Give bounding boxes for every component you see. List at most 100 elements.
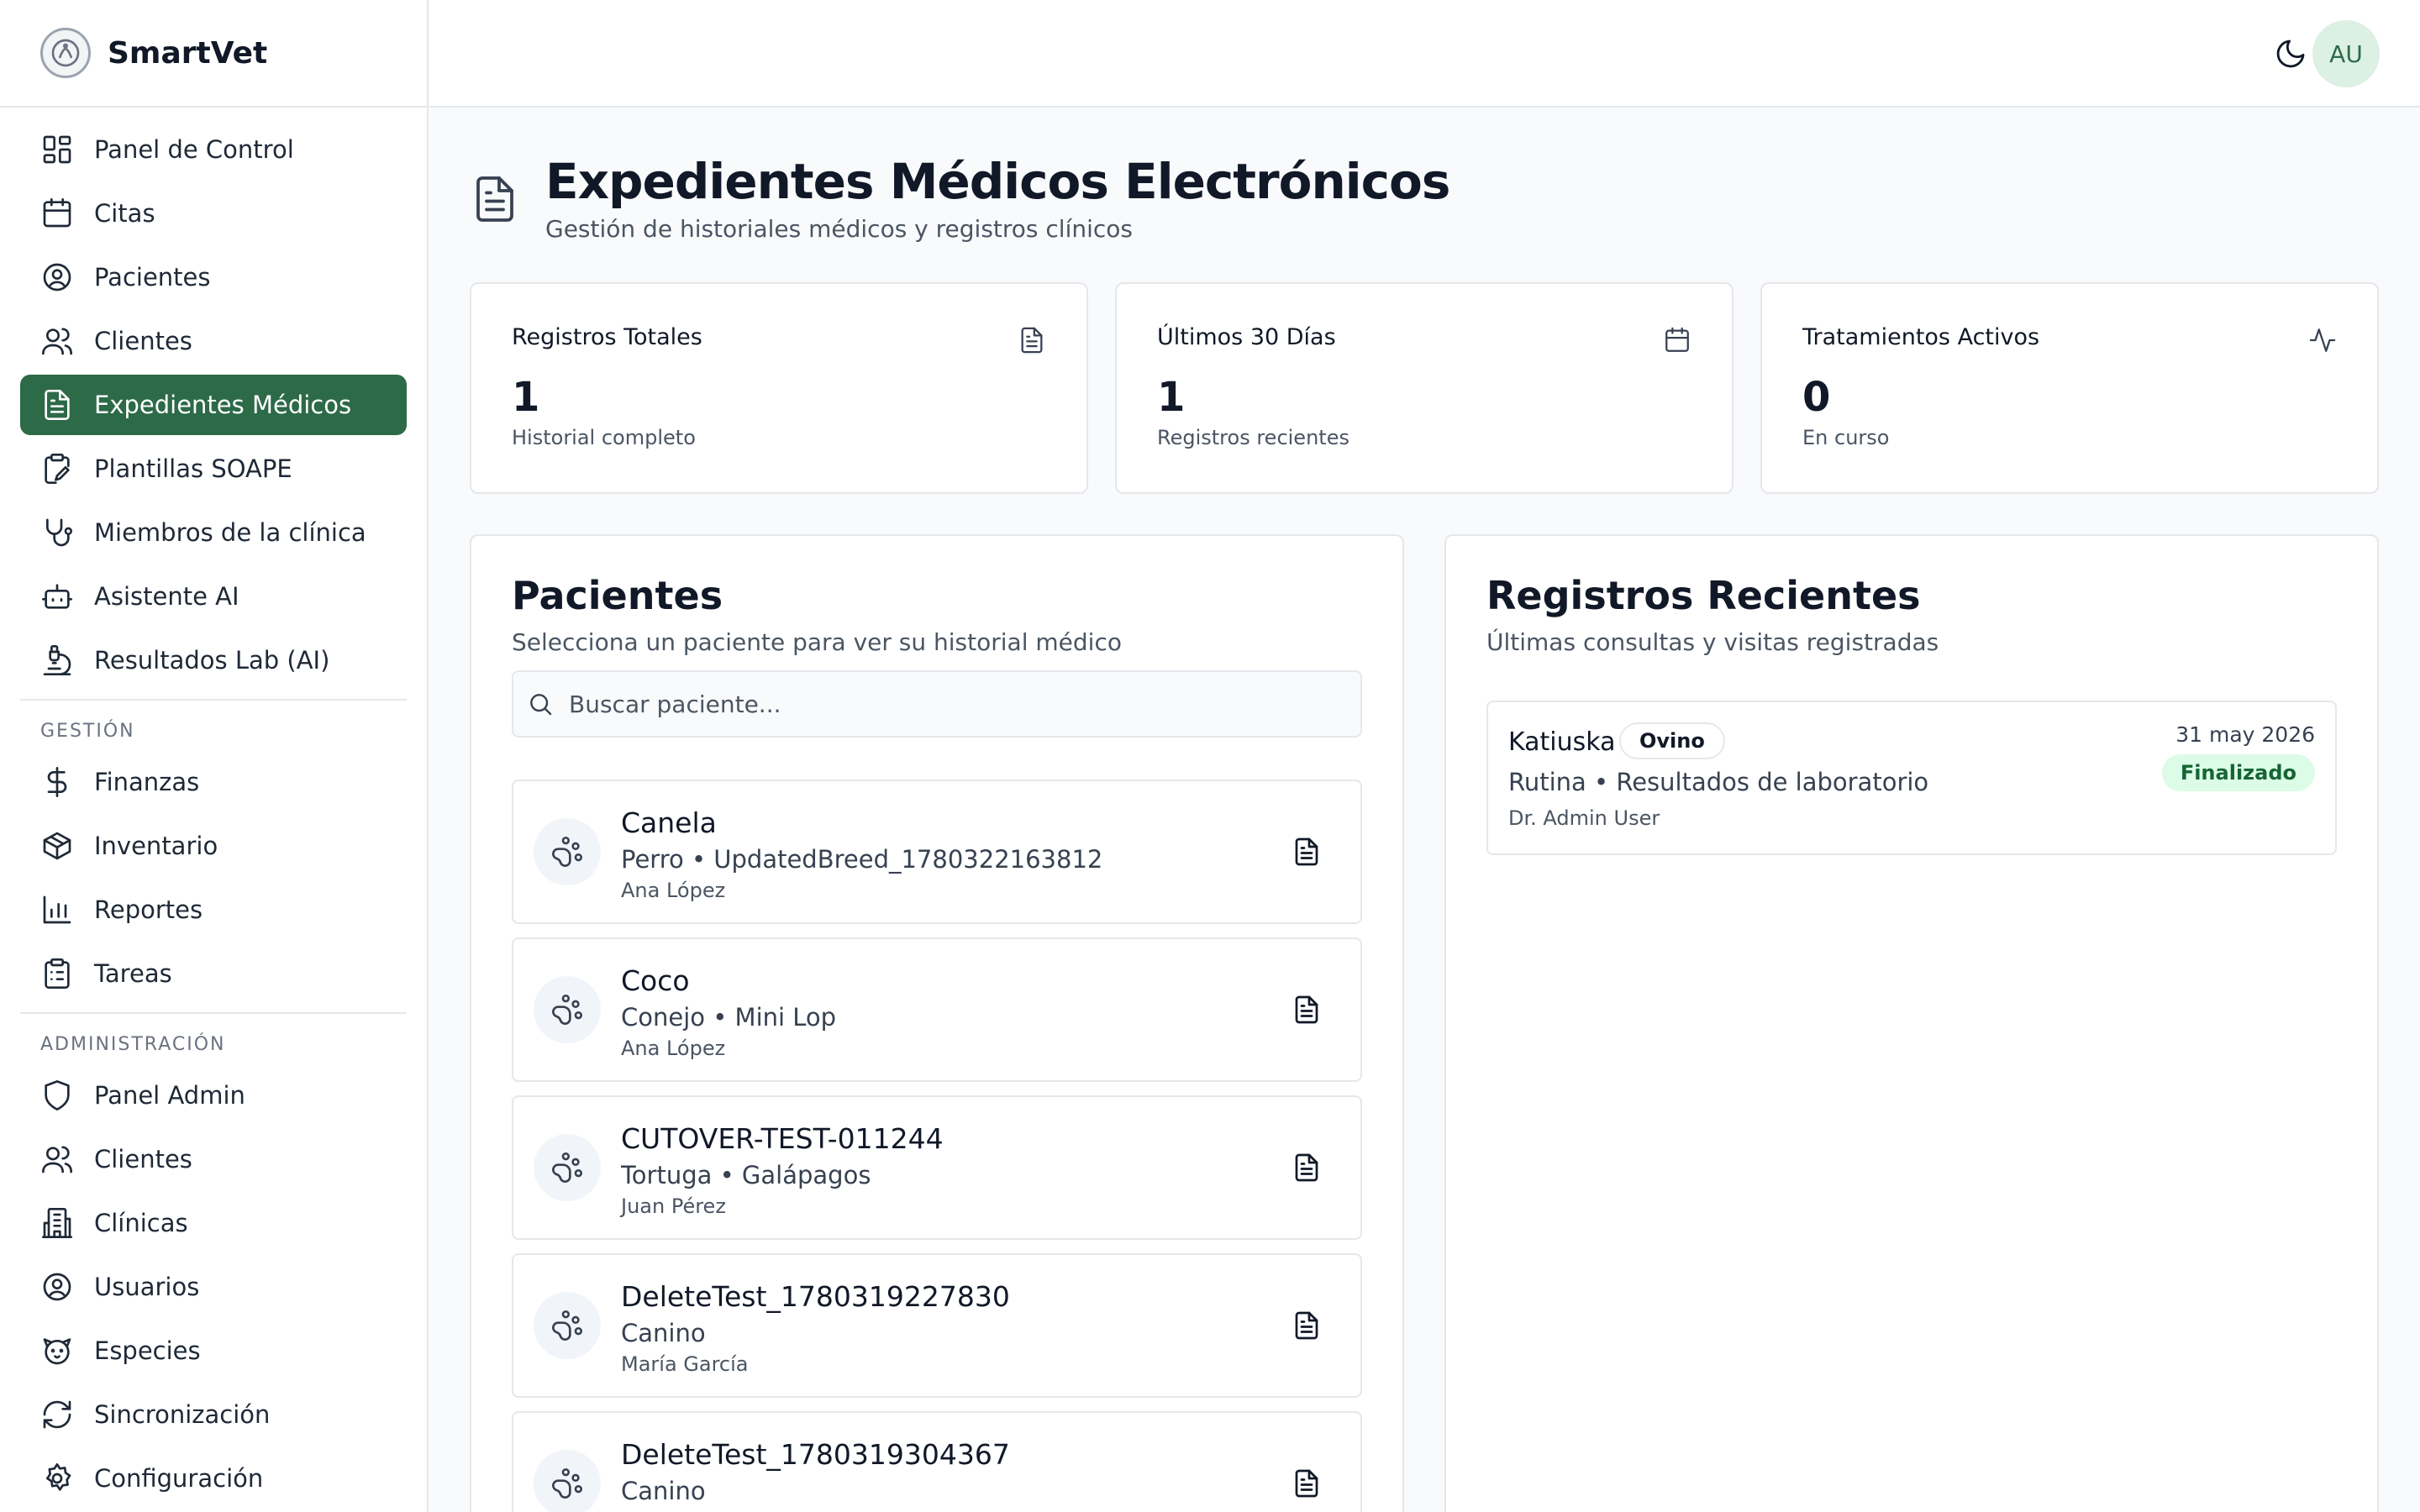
recent-records-panel: Registros Recientes Últimas consultas y … [1444,534,2379,1512]
users-icon [40,324,74,358]
patient-species: Canino [621,1319,706,1347]
sidebar-item-label: Pacientes [94,263,211,291]
shield-icon [40,1079,74,1112]
dollar-sign-icon [40,765,74,799]
page-header: Expedientes Médicos Electrónicos Gestión… [470,151,1450,243]
sidebar-item-label: Reportes [94,895,203,924]
page-subtitle: Gestión de historiales médicos y registr… [545,215,1134,243]
brand[interactable]: SmartVet [0,0,427,108]
stat-label: Tratamientos Activos [1802,324,2040,350]
sidebar-item-label: Clínicas [94,1209,188,1237]
record-patient-name: Katiuska [1508,727,1616,757]
brand-logo [40,28,91,78]
record-type: Rutina • Resultados de laboratorio [1508,768,1929,796]
sidebar-item-sincronizacion[interactable]: Sincronización [20,1384,407,1445]
users-icon [40,1142,74,1176]
paw-icon [534,976,601,1043]
patient-species: Tortuga • Galápagos [621,1161,871,1189]
patient-owner: Juan Pérez [621,1194,726,1218]
patient-owner: Ana López [621,1037,726,1060]
paw-icon [534,1292,601,1359]
brand-name: SmartVet [108,35,268,71]
patient-species: Perro • UpdatedBreed_1780322163812 [621,845,1103,874]
sidebar-item-clinicas[interactable]: Clínicas [20,1193,407,1253]
page-title: Expedientes Médicos Electrónicos [545,153,1450,210]
nav-heading-gestion: GESTIÓN [40,721,135,742]
patient-owner: Ana López [621,879,726,902]
file-text-icon[interactable] [1292,837,1322,867]
sidebar-item-label: Clientes [94,1145,192,1173]
patient-card[interactable]: Canela Perro • UpdatedBreed_178032216381… [512,780,1362,924]
sidebar-item-pacientes[interactable]: Pacientes [20,247,407,307]
refresh-icon [40,1398,74,1431]
stat-label: Últimos 30 Días [1157,324,1336,350]
file-text-icon[interactable] [1292,1468,1322,1499]
file-text-icon[interactable] [1292,1152,1322,1183]
sidebar-item-expedientes-medicos[interactable]: Expedientes Médicos [20,375,407,435]
sidebar-item-plantillas-soape[interactable]: Plantillas SOAPE [20,438,407,499]
calendar-icon [40,197,74,230]
patient-species: Conejo • Mini Lop [621,1003,837,1032]
stat-card-tratamientos-activos: Tratamientos Activos 0 En curso [1760,282,2379,494]
divider [20,699,407,701]
main-content: Expedientes Médicos Electrónicos Gestión… [429,109,2420,1512]
activity-icon [2308,326,2337,354]
record-doctor: Dr. Admin User [1508,806,1660,830]
sidebar: SmartVet Panel de Control Citas Paciente… [0,0,429,1512]
sidebar-item-miembros[interactable]: Miembros de la clínica [20,502,407,563]
sidebar-item-label: Plantillas SOAPE [94,454,292,483]
sidebar-item-label: Resultados Lab (AI) [94,646,330,675]
panel-title: Registros Recientes [1486,573,1921,618]
paw-icon [534,818,601,885]
patient-card[interactable]: CUTOVER-TEST-011244 Tortuga • Galápagos … [512,1095,1362,1240]
clipboard-pen-icon [40,452,74,486]
search-icon [527,690,554,717]
bot-icon [40,580,74,613]
moon-icon[interactable] [2274,37,2307,71]
avatar[interactable]: AU [2312,20,2380,87]
sidebar-item-admin-clientes[interactable]: Clientes [20,1129,407,1189]
sidebar-item-especies[interactable]: Especies [20,1320,407,1381]
stat-desc: Historial completo [512,426,696,449]
sidebar-item-panel-admin[interactable]: Panel Admin [20,1065,407,1126]
patient-name: CUTOVER-TEST-011244 [621,1122,944,1155]
stat-value: 0 [1802,374,1831,421]
sidebar-item-citas[interactable]: Citas [20,183,407,244]
file-text-icon [470,171,520,227]
sidebar-item-panel-de-control[interactable]: Panel de Control [20,119,407,180]
sidebar-item-inventario[interactable]: Inventario [20,816,407,876]
species-badge: Ovino [1619,722,1725,759]
microscope-icon [40,643,74,677]
patient-name: Canela [621,806,717,839]
sidebar-item-label: Miembros de la clínica [94,518,366,547]
patient-card[interactable]: DeleteTest_1780319227830 Canino María Ga… [512,1253,1362,1398]
sidebar-item-asistente-ai[interactable]: Asistente AI [20,566,407,627]
nav-heading-administracion: ADMINISTRACIÓN [40,1034,226,1055]
patient-search [512,670,1362,738]
patient-card[interactable]: Coco Conejo • Mini Lop Ana López [512,937,1362,1082]
sidebar-item-usuarios[interactable]: Usuarios [20,1257,407,1317]
sidebar-item-label: Usuarios [94,1273,200,1301]
sidebar-item-resultados-lab[interactable]: Resultados Lab (AI) [20,630,407,690]
file-text-icon[interactable] [1292,995,1322,1025]
patient-card[interactable]: DeleteTest_1780319304367 Canino [512,1411,1362,1512]
sidebar-item-finanzas[interactable]: Finanzas [20,752,407,812]
sidebar-item-label: Panel de Control [94,135,294,164]
stat-label: Registros Totales [512,324,702,350]
sidebar-item-label: Asistente AI [94,582,239,611]
file-text-icon [1018,326,1046,354]
stat-card-ultimos-30-dias: Últimos 30 Días 1 Registros recientes [1115,282,1733,494]
sidebar-item-tareas[interactable]: Tareas [20,943,407,1004]
sidebar-item-clientes[interactable]: Clientes [20,311,407,371]
user-circle-icon [40,1270,74,1304]
search-input[interactable] [569,690,1325,718]
sidebar-item-reportes[interactable]: Reportes [20,879,407,940]
file-text-icon[interactable] [1292,1310,1322,1341]
sidebar-item-configuracion[interactable]: Configuración [20,1448,407,1509]
layout-dashboard-icon [40,133,74,166]
clipboard-list-icon [40,957,74,990]
sidebar-item-label: Inventario [94,832,218,860]
sidebar-item-label: Sincronización [94,1400,271,1429]
package-icon [40,829,74,863]
record-card[interactable]: Katiuska Ovino Rutina • Resultados de la… [1486,701,2337,855]
